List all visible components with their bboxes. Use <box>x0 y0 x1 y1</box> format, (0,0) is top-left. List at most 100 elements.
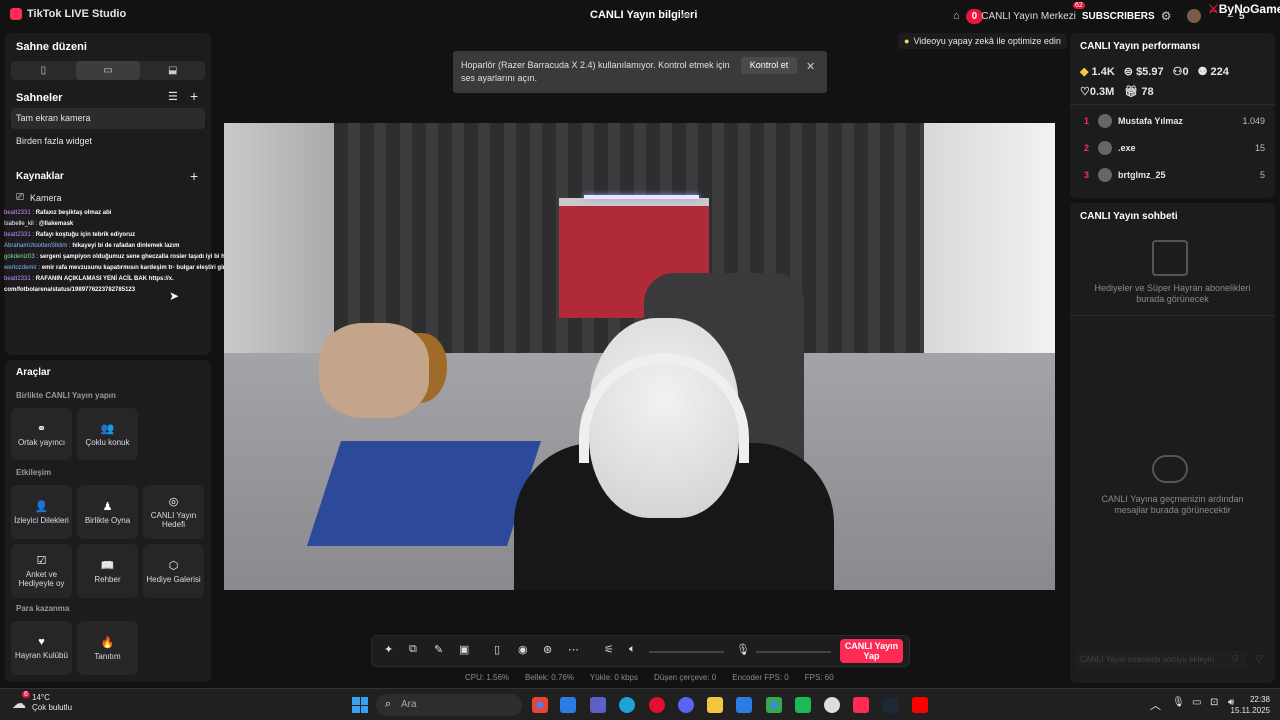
rotate-layout-button[interactable]: ⬓ <box>140 61 205 80</box>
share-icon[interactable]: ➦ <box>681 9 693 22</box>
taskbar-search[interactable]: ⌕ Ara <box>376 694 522 716</box>
add-source-icon[interactable]: + <box>190 168 198 184</box>
github-icon[interactable] <box>824 697 840 713</box>
display-tray-icon[interactable]: ▭ <box>1192 697 1201 708</box>
camera-settings-icon[interactable]: ▣ <box>459 643 469 656</box>
mail-icon[interactable] <box>736 697 752 713</box>
source-item-camera[interactable]: ⎚ Kamera <box>16 192 62 203</box>
chat-question-input[interactable]: CANLI Yayın sırasında soruyu ekleyin ☺ <box>1076 651 1246 669</box>
capture-icon[interactable]: ⊛ <box>543 643 552 656</box>
poll-icon: ☑ <box>36 555 47 567</box>
tool-fan-club[interactable]: ♥ Hayran Kulübü <box>11 621 72 675</box>
opera-icon[interactable] <box>649 697 665 713</box>
scenes-title: Sahneler <box>16 92 63 104</box>
mic-tray-icon[interactable]: 🎙︎ <box>1172 697 1185 708</box>
notice-text: Hoparlör (Razer Barracuda X 2.4) kullanı… <box>461 60 730 83</box>
tool-viewer-requests[interactable]: 👤 İzleyici Dilekleri <box>11 485 72 539</box>
steam-icon[interactable] <box>883 697 899 713</box>
app-green-icon[interactable] <box>795 697 811 713</box>
gifts-empty-text: Hediyeler ve Süper Hayran abonelikleri b… <box>1094 283 1251 304</box>
tool-live-goal[interactable]: ◎ CANLI Yayın Hedefi <box>143 485 204 539</box>
discord-icon[interactable] <box>678 697 694 713</box>
tool-gift-gallery[interactable]: ⬡ Hediye Galerisi <box>143 544 204 598</box>
ai-optimize-hint[interactable]: ● Videoyu yapay zekâ ile optimize edin <box>898 33 1067 49</box>
tool-guide[interactable]: 📖 Rehber <box>77 544 138 598</box>
file-explorer-icon[interactable] <box>707 697 723 713</box>
encoder-fps-stat: Encoder FPS: 0 <box>732 673 789 682</box>
go-live-button[interactable]: CANLI Yayın Yap <box>840 639 903 663</box>
chat-input-placeholder: CANLI Yayın sırasında soruyu ekleyin <box>1080 655 1214 664</box>
record-icon[interactable]: ◉ <box>518 643 528 656</box>
avatar <box>1098 141 1112 155</box>
chrome-icon[interactable] <box>532 697 548 713</box>
mic-volume-slider[interactable] <box>756 651 831 653</box>
chat-message: beatt2331 : Rafayı koştuğu için tebrik e… <box>4 230 229 241</box>
tool-poll[interactable]: ☑ Anket ve Hediyeyle oy <box>11 544 72 598</box>
ranking-row[interactable]: 2 .exe 15 <box>1080 140 1265 156</box>
speaker-icon[interactable]: 🔈︎ <box>629 643 636 656</box>
scene-item-fullscreen-camera[interactable]: Tam ekran kamera <box>11 108 205 129</box>
more-icon[interactable]: ⋯ <box>568 643 579 656</box>
divider <box>1070 315 1275 316</box>
magic-wand-icon[interactable]: ✦ <box>384 643 393 656</box>
network-icon[interactable]: ⊡ <box>1210 697 1218 708</box>
tool-label: Hediye Galerisi <box>146 574 201 584</box>
close-icon[interactable]: ✕ <box>806 60 815 73</box>
heart-icon: ♥ <box>38 636 45 648</box>
phone-portrait-icon: ▯ <box>40 65 47 76</box>
emoji-icon[interactable]: ☺ <box>1230 653 1240 664</box>
lightbulb-icon: ● <box>904 36 910 46</box>
tool-promote[interactable]: 🔥 Tanıtım <box>77 621 138 675</box>
chat-text: RAFANIN AÇIKLAMASI YENİ ACİL BAK https:/… <box>35 276 174 282</box>
portrait-layout-button[interactable]: ▯ <box>11 61 76 80</box>
tools-title: Araçlar <box>16 367 51 378</box>
viewers-icon: ⚇ <box>1172 66 1183 78</box>
home-icon[interactable]: ⌂ <box>953 10 960 22</box>
store-icon[interactable] <box>560 697 576 713</box>
teams-icon[interactable] <box>590 697 606 713</box>
ranking-row[interactable]: 3 brtglmz_25 5 <box>1080 167 1265 183</box>
gifter-name: brtglmz_25 <box>1118 170 1166 180</box>
gifter-name: .exe <box>1118 143 1136 153</box>
landscape-layout-button[interactable]: ▭ <box>75 61 141 80</box>
tool-multi-guest[interactable]: 👥 Çoklu konuk <box>77 408 138 460</box>
youtube-icon[interactable] <box>912 697 928 713</box>
tiktok-studio-taskbar-icon[interactable] <box>853 697 869 713</box>
chevron-up-icon[interactable]: ︿ <box>1150 697 1161 713</box>
ranking-row[interactable]: 1 Mustafa Yılmaz 1.049 <box>1080 113 1265 129</box>
chat-message: gokdeniz03 : sergeni şampiyon olduğumuz … <box>4 252 229 263</box>
tool-label: Tanıtım <box>94 651 121 661</box>
windows-taskbar: ☁ 6 14°C Çok bulutlu ⌕ Ara ︿ 🎙︎ ▭ ⊡ 🔊︎ 2… <box>0 688 1280 720</box>
tool-co-host[interactable]: ⚭ Ortak yayıncı <box>11 408 72 460</box>
floor-mat <box>306 441 542 546</box>
avatar[interactable] <box>1187 9 1202 23</box>
weather-condition: Çok bulutlu <box>32 703 73 712</box>
chat-bubble-icon <box>1152 455 1188 483</box>
tool-play-together[interactable]: ♟ Birlikte Oyna <box>77 485 138 539</box>
screen-share-icon[interactable]: ⧉ <box>409 643 417 656</box>
edge-icon[interactable] <box>619 697 635 713</box>
phone-icon[interactable]: ▯ <box>494 643 500 656</box>
bynogame-logo-icon: ⚔ <box>1208 2 1219 16</box>
weather-widget[interactable]: ☁ 6 14°C Çok bulutlu <box>12 691 73 713</box>
add-scene-icon[interactable]: + <box>190 88 198 104</box>
speaker-volume-slider[interactable] <box>649 651 724 653</box>
settings-gear-icon[interactable]: ⚙ <box>1161 9 1172 23</box>
effects-icon[interactable]: ✎ <box>434 643 443 656</box>
ai-optimize-text: Videoyu yapay zekâ ile optimize edin <box>913 36 1061 46</box>
tool-label: Anket ve Hediyeyle oy <box>18 570 65 588</box>
dollar-icon: ⊜ <box>1123 66 1133 78</box>
list-view-icon[interactable]: ☰ <box>168 90 178 103</box>
clock[interactable]: 22:38 15.11.2025 <box>1226 694 1270 716</box>
gift-icon: 🎁︎ <box>1124 86 1139 98</box>
chrome-active-icon[interactable] <box>766 697 782 713</box>
send-icon[interactable]: ▽ <box>1255 654 1263 665</box>
chat-text: hikayeyi bi de rafadan dinlemek lazım <box>72 243 180 249</box>
audio-mixer-icon[interactable]: ⚟ <box>604 643 614 656</box>
people-icon: 👥 <box>100 422 115 435</box>
check-button[interactable]: Kontrol et <box>741 57 797 74</box>
microphone-icon[interactable]: 🎙︎ <box>736 643 750 656</box>
scene-item-multi-widget[interactable]: Birden fazla widget <box>16 136 92 146</box>
start-button[interactable] <box>352 697 368 713</box>
live-center-link[interactable]: CANLI Yayın Merkezi <box>981 11 1076 22</box>
